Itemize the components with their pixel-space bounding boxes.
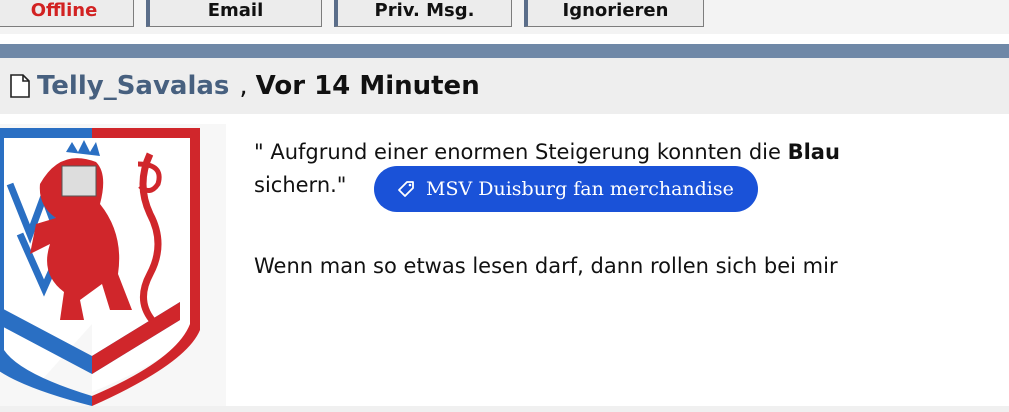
private-message-button[interactable]: Priv. Msg. [334, 0, 512, 27]
user-avatar[interactable] [0, 124, 226, 406]
spacer [0, 34, 1009, 44]
post-text-line-2: sichern." [254, 173, 347, 197]
footer-strip [0, 406, 1009, 412]
post-time: Vor 14 Minuten [255, 71, 480, 101]
merchandise-tag-link[interactable]: MSV Duisburg fan merchandise [374, 166, 758, 212]
profile-toolbar: Offline Email Priv. Msg. Ignorieren [0, 0, 1009, 34]
email-button[interactable]: Email [146, 0, 322, 27]
accent-bar [0, 44, 1009, 58]
offline-button[interactable]: Offline [0, 0, 134, 27]
post-text-line-3: Wenn man so etwas lesen darf, dann rolle… [254, 254, 838, 278]
document-icon [9, 73, 31, 99]
post-text-bold: Blau [787, 140, 840, 164]
post-text-line-1: " Aufgrund einer enormen Steigerung konn… [254, 140, 788, 164]
tag-icon [398, 181, 414, 197]
ignore-button[interactable]: Ignorieren [524, 0, 704, 27]
post-header: Telly_Savalas , Vor 14 Minuten [0, 58, 1009, 114]
post-body: " Aufgrund einer enormen Steigerung konn… [0, 114, 1009, 406]
tag-label: MSV Duisburg fan merchandise [426, 178, 734, 200]
post-author-link[interactable]: Telly_Savalas [37, 71, 229, 101]
separator: , [239, 71, 248, 101]
